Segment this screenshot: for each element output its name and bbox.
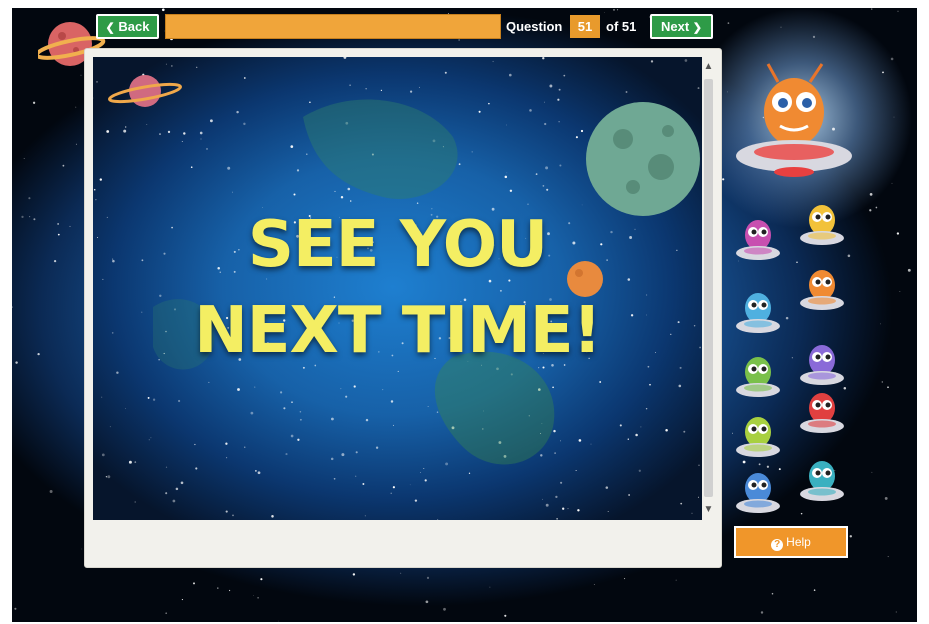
question-label: Question xyxy=(506,19,563,34)
small-alien-ufo-icon xyxy=(800,393,844,433)
space-background: ❮ Back Question 51 of 51 Next ❯ SEE YOU … xyxy=(12,8,917,622)
big-alien-ufo-icon xyxy=(736,63,852,177)
small-alien-ufo-icon xyxy=(736,293,780,333)
question-number: 51 xyxy=(570,15,600,38)
progress-fill xyxy=(166,15,500,38)
slide-line-2: NEXT TIME! xyxy=(194,294,602,368)
slide-message: SEE YOU NEXT TIME! xyxy=(93,202,702,374)
scroll-up-arrow-icon[interactable]: ▲ xyxy=(702,59,715,75)
small-alien-ufo-icon xyxy=(736,220,780,260)
small-alien-ufo-icon xyxy=(800,205,844,245)
chevron-left-icon: ❮ xyxy=(105,22,115,34)
scroll-down-arrow-icon[interactable]: ▼ xyxy=(702,502,715,518)
back-button-label: Back xyxy=(118,19,150,34)
next-button-label: Next xyxy=(660,19,690,34)
help-icon: ? xyxy=(771,539,784,551)
help-button[interactable]: ? Help xyxy=(734,526,848,558)
small-alien-ufo-icon xyxy=(736,473,780,513)
small-alien-ufo-icon xyxy=(736,357,780,397)
back-button[interactable]: ❮ Back xyxy=(96,14,159,39)
small-planet-icon xyxy=(108,75,182,107)
content-frame: SEE YOU NEXT TIME! ▲ ▼ xyxy=(84,48,722,568)
slide-image: SEE YOU NEXT TIME! xyxy=(93,57,702,520)
slide-line-1: SEE YOU xyxy=(247,208,548,282)
scrollbar[interactable]: ▲ ▼ xyxy=(702,57,715,520)
small-alien-ufo-icon xyxy=(736,417,780,457)
progress-bar xyxy=(165,14,501,39)
moon-icon xyxy=(586,102,700,216)
small-alien-ufo-icon xyxy=(800,461,844,501)
small-alien-ufo-icon xyxy=(800,270,844,310)
scroll-thumb[interactable] xyxy=(704,79,713,497)
next-button[interactable]: Next ❯ xyxy=(650,14,713,39)
chevron-right-icon: ❯ xyxy=(692,22,703,34)
question-total: of 51 xyxy=(606,19,637,34)
help-button-label: Help xyxy=(786,535,811,549)
